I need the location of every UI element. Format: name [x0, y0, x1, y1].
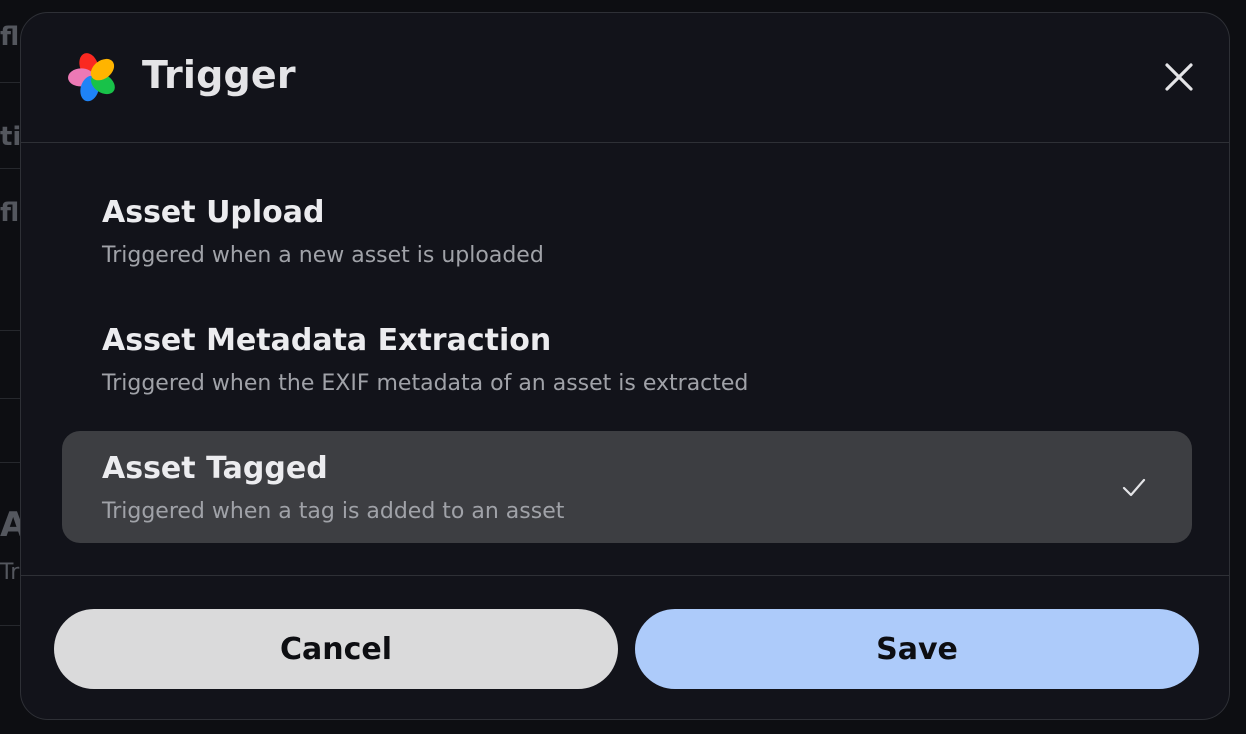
- dialog-title: Trigger: [142, 53, 296, 97]
- immich-pinwheel-logo-icon: [68, 53, 115, 102]
- close-icon[interactable]: [1159, 57, 1199, 97]
- checkmark-icon: [1122, 478, 1146, 497]
- option-description: Triggered when the EXIF metadata of an a…: [102, 371, 749, 396]
- option-description: Triggered when a new asset is uploaded: [102, 243, 544, 268]
- option-title: Asset Tagged: [102, 451, 328, 486]
- trigger-options-list: Asset Upload Triggered when a new asset …: [21, 143, 1229, 576]
- option-asset-upload[interactable]: Asset Upload Triggered when a new asset …: [62, 175, 1192, 287]
- cancel-button[interactable]: Cancel: [54, 609, 618, 689]
- background-fragment: fl: [0, 22, 20, 52]
- option-title: Asset Metadata Extraction: [102, 323, 552, 358]
- trigger-dialog: Trigger Asset Upload Triggered when a ne…: [20, 12, 1230, 720]
- background-fragment: ti: [0, 122, 22, 152]
- option-asset-metadata-extraction[interactable]: Asset Metadata Extraction Triggered when…: [62, 303, 1192, 415]
- option-description: Triggered when a tag is added to an asse…: [102, 499, 565, 524]
- dialog-header: Trigger: [21, 13, 1229, 143]
- option-asset-tagged[interactable]: Asset Tagged Triggered when a tag is add…: [62, 431, 1192, 543]
- save-button[interactable]: Save: [635, 609, 1199, 689]
- dialog-footer: Cancel Save: [21, 576, 1229, 719]
- background-fragment: Tr: [0, 560, 20, 585]
- option-title: Asset Upload: [102, 195, 325, 230]
- background-fragment: fl: [0, 198, 20, 228]
